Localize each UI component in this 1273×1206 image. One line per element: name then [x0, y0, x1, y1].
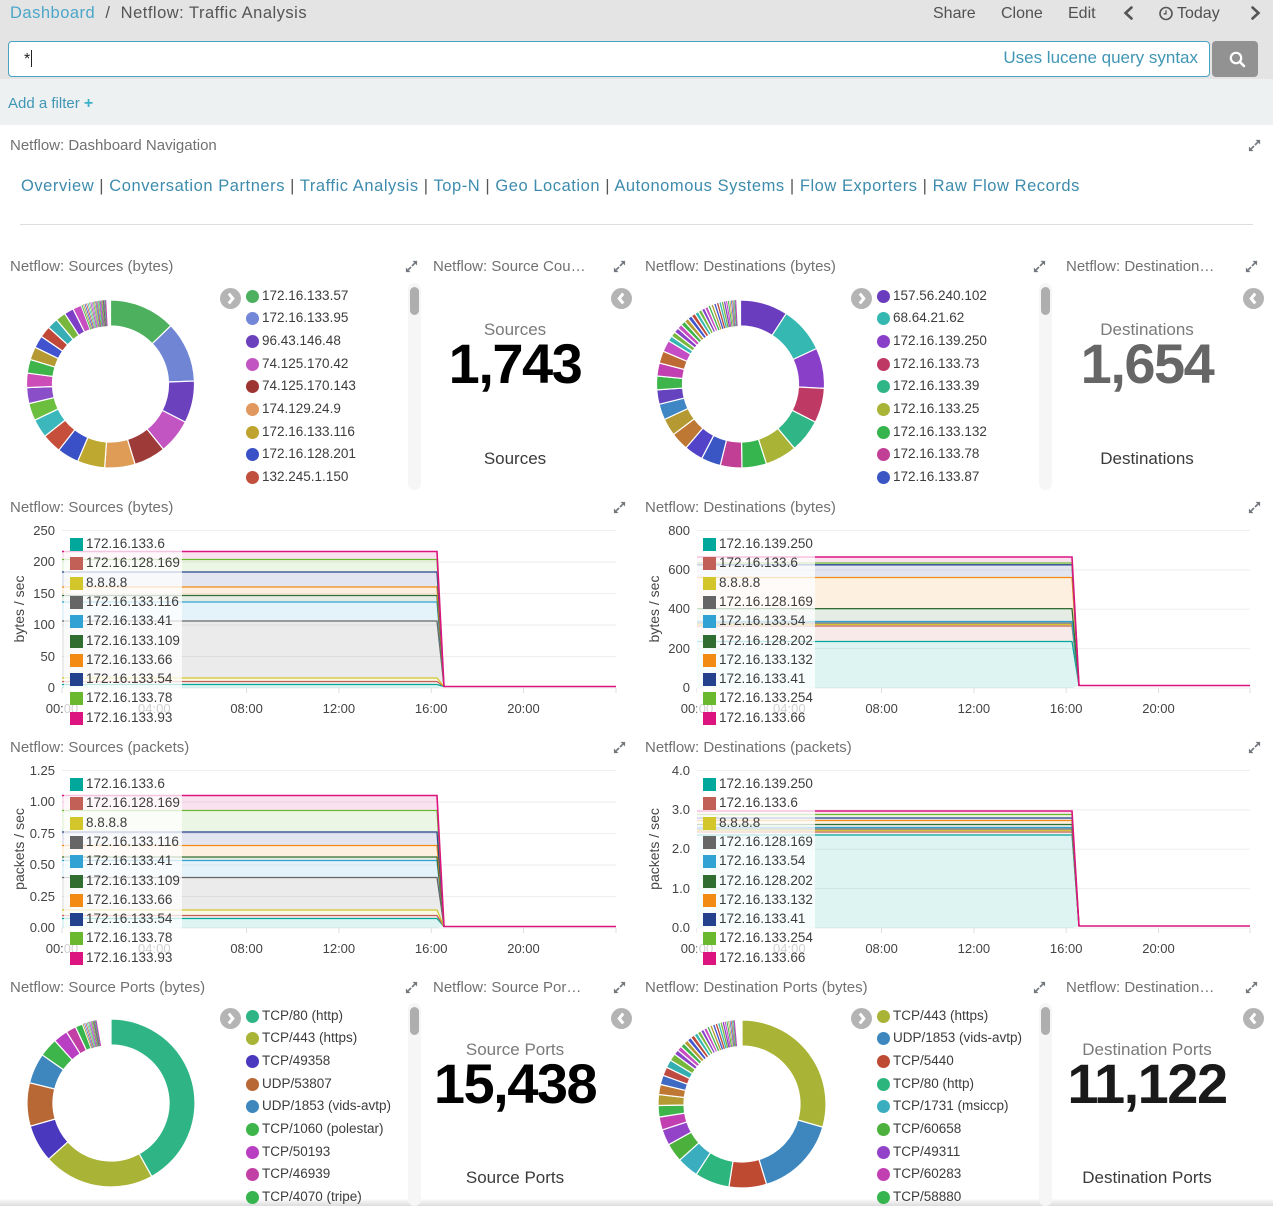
svg-text:packets / sec: packets / sec — [11, 808, 27, 890]
svg-text:bytes / sec: bytes / sec — [646, 576, 662, 643]
svg-text:bytes / sec: bytes / sec — [11, 576, 27, 643]
